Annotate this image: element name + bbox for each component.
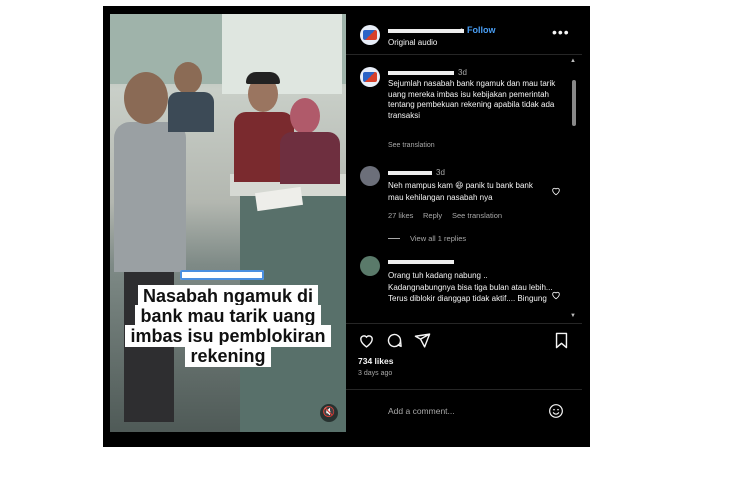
caption-author-avatar[interactable]	[360, 67, 380, 87]
header-divider	[346, 54, 582, 55]
comment-input[interactable]: Add a comment...	[388, 406, 455, 416]
comment-1-reply[interactable]: Reply	[423, 211, 442, 220]
scroll-up-arrow[interactable]: ▲	[570, 58, 576, 64]
commenter-1-username[interactable]	[388, 171, 432, 175]
author-avatar[interactable]	[360, 25, 380, 45]
person-right-body	[280, 132, 340, 184]
person-right-head	[290, 98, 320, 134]
share-send-icon[interactable]	[414, 332, 431, 349]
caption-time: 3d	[458, 68, 467, 77]
person-back-body	[168, 92, 214, 132]
follow-button[interactable]: Follow	[467, 25, 496, 35]
mute-icon[interactable]: 🔇	[320, 404, 338, 422]
person-left-head	[124, 72, 168, 124]
caption-see-translation[interactable]: See translation	[388, 142, 435, 149]
window-panel	[222, 14, 342, 94]
person-back-head	[174, 62, 202, 94]
scroll-down-arrow[interactable]: ▼	[570, 313, 576, 319]
post-caption: Sejumlah nasabah bank ngamuk dan mau tar…	[388, 79, 556, 120]
emoji-icon[interactable]	[548, 403, 564, 419]
post-details-panel: • Follow Original audio ••• 3d Sejumlah …	[346, 14, 582, 432]
comment-input-divider	[346, 389, 582, 390]
author-username[interactable]	[388, 29, 464, 33]
comment-1-text: Neh mampus kam 😆 panik tu bank bank mau …	[388, 181, 533, 202]
like-heart-icon[interactable]	[358, 332, 375, 349]
video-player[interactable]: Nasabah ngamuk di bank mau tarik uang im…	[110, 14, 346, 432]
comment-2-text: Orang tuh kadang nabung .. Kadangnabungn…	[388, 271, 553, 303]
comment-1-see-translation[interactable]: See translation	[452, 211, 502, 220]
comment-1-likes[interactable]: 27 likes	[388, 211, 413, 220]
person-left-body	[114, 122, 186, 272]
post-date: 3 days ago	[358, 370, 393, 377]
commenter-2-avatar[interactable]	[360, 256, 380, 276]
commenter-1-avatar[interactable]	[360, 166, 380, 186]
caption-highlight-bar	[180, 270, 264, 280]
comment-1-heart-icon[interactable]	[551, 186, 561, 196]
commenter-2-username[interactable]	[388, 260, 454, 264]
comment-1-time: 3d	[436, 168, 445, 177]
comment-2-heart-icon[interactable]	[551, 290, 561, 300]
caption-author-username[interactable]	[388, 71, 454, 75]
more-options-icon[interactable]: •••	[552, 24, 570, 40]
follow-separator: •	[460, 25, 464, 35]
video-caption: Nasabah ngamuk di bank mau tarik uang im…	[118, 285, 338, 367]
audio-label[interactable]: Original audio	[388, 38, 437, 47]
view-replies-line	[388, 238, 400, 239]
comments-scrollbar-thumb[interactable]	[572, 80, 576, 126]
likes-count[interactable]: 734 likes	[358, 356, 393, 366]
view-replies-link[interactable]: View all 1 replies	[410, 234, 466, 243]
person-mid-cap	[246, 72, 280, 84]
save-bookmark-icon[interactable]	[554, 332, 569, 349]
comment-bubble-icon[interactable]	[386, 332, 403, 349]
actions-divider	[346, 323, 582, 324]
